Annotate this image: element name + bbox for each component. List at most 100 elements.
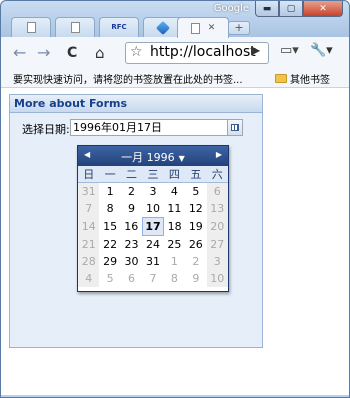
calendar-day[interactable]: 8 (164, 270, 185, 287)
address-bar[interactable]: ☆ http://localhost (125, 42, 269, 64)
calendar-day[interactable]: 8 (99, 200, 120, 218)
calendar-day[interactable]: 19 (185, 218, 206, 236)
window-controls: ▬ ▢ ✕ (255, 1, 343, 17)
calendar-day[interactable]: 9 (185, 270, 206, 287)
month-year-label: 一月 1996 (121, 151, 175, 164)
tab-close-icon[interactable]: ✕ (208, 23, 216, 33)
calendar-day[interactable]: 11 (164, 200, 185, 218)
weekday-header: 四 (163, 166, 186, 183)
calendar-day[interactable]: 13 (206, 200, 228, 218)
calendar-day[interactable]: 4 (164, 183, 185, 201)
calendar-week-row: 7 8 9 10 11 12 13 (78, 200, 228, 218)
back-button[interactable]: ← (13, 43, 26, 63)
calendar-day[interactable]: 5 (185, 183, 206, 201)
maximize-button[interactable]: ▢ (279, 1, 303, 17)
minimize-button[interactable]: ▬ (255, 1, 279, 17)
calendar-day[interactable]: 27 (206, 235, 228, 253)
tab-3[interactable]: RFC (99, 17, 139, 37)
go-button[interactable]: ▶ (251, 43, 260, 57)
calendar-day[interactable]: 18 (164, 218, 185, 236)
calendar-day-selected[interactable]: 17 (141, 217, 165, 236)
folder-icon (275, 74, 287, 83)
browser-window: Google ▬ ▢ ✕ RFC ✕ + ← → C ⌂ ☆ http://lo… (0, 0, 350, 398)
wrench-menu-icon[interactable]: 🔧▾ (310, 43, 333, 58)
calendar-day[interactable]: 2 (185, 253, 206, 270)
calendar-day[interactable]: 25 (164, 236, 185, 254)
rfc-html-icon: RFC (111, 23, 127, 31)
calendar-day[interactable]: 1 (99, 183, 120, 201)
month-year-button[interactable]: 一月 1996 ▼ (78, 149, 228, 165)
calendar-day[interactable]: 7 (142, 270, 163, 287)
calendar-icon (231, 124, 239, 131)
calendar-day[interactable]: 7 (78, 200, 100, 218)
calendar-day[interactable]: 12 (185, 200, 206, 218)
calendar-day[interactable]: 22 (99, 236, 120, 254)
calendar-day[interactable]: 6 (121, 270, 142, 287)
other-bookmarks-folder[interactable]: 其他书签 (275, 71, 330, 86)
calendar-week-row: 31 1 2 3 4 5 6 (78, 182, 228, 201)
date-trigger-button[interactable] (228, 119, 243, 136)
next-month-icon[interactable]: ▶ (216, 150, 222, 159)
weekday-header: 二 (120, 166, 143, 183)
calendar-day[interactable]: 28 (78, 253, 100, 270)
calendar-day[interactable]: 5 (99, 270, 120, 287)
date-picker: ◀ 一月 1996 ▼ ▶ 日一二三四五六 31 1 2 3 4 5 6 7 8 9 10 11 12 13… (77, 145, 229, 292)
calendar-day[interactable]: 14 (78, 217, 100, 236)
calendar-day[interactable]: 29 (99, 253, 120, 270)
calendar-day[interactable]: 26 (185, 236, 206, 254)
tab-active[interactable]: ✕ (177, 17, 229, 38)
page-content: More about Forms 选择日期: 1996年01月17日 ◀ 一月 … (1, 88, 349, 397)
calendar-day[interactable]: 1 (164, 253, 185, 270)
window-bottom-border (1, 395, 349, 397)
blue-gem-icon (155, 20, 171, 35)
calendar-day[interactable]: 4 (78, 270, 100, 287)
bookmark-star-icon[interactable]: ☆ (130, 44, 143, 60)
calendar-day[interactable]: 23 (121, 236, 142, 254)
tab-2[interactable] (55, 17, 95, 37)
calendar-body: 31 1 2 3 4 5 6 7 8 9 10 11 12 13 14 15 16 17 18 19 20 21 22 23 2… (78, 182, 228, 287)
other-bookmarks-label: 其他书签 (290, 75, 330, 86)
calendar-week-row: 21 22 23 24 25 26 27 (78, 235, 228, 254)
url-text[interactable]: http://localhost (150, 44, 256, 60)
close-button[interactable]: ✕ (303, 1, 343, 17)
calendar-day[interactable]: 31 (78, 182, 100, 200)
calendar-day[interactable]: 2 (121, 183, 142, 201)
bookmarks-bar: 要实现快速访问，请将您的书签放置在此处的书签... 其他书签 (1, 67, 349, 88)
page-menu-icon[interactable]: ▭▾ (280, 43, 299, 58)
date-field[interactable]: 1996年01月17日 (70, 119, 228, 136)
browser-toolbar: ← → C ⌂ ☆ http://localhost ▶ ▭▾ 🔧▾ (1, 37, 349, 67)
calendar-day[interactable]: 24 (142, 236, 163, 254)
page-icon (70, 22, 80, 33)
calendar-day[interactable]: 3 (142, 183, 163, 201)
forward-button[interactable]: → (37, 43, 50, 63)
calendar-week-row: 14 15 16 17 18 19 20 (78, 217, 228, 236)
panel-title: More about Forms (10, 95, 262, 113)
calendar-day[interactable]: 3 (206, 253, 228, 270)
calendar-day[interactable]: 16 (121, 218, 142, 236)
page-icon (26, 22, 36, 33)
calendar-day[interactable]: 6 (206, 182, 228, 200)
calendar-week-row: 28 29 30 31 1 2 3 (78, 253, 228, 270)
forms-panel: More about Forms 选择日期: 1996年01月17日 ◀ 一月 … (9, 94, 263, 348)
weekday-header: 一 (99, 166, 121, 183)
calendar-day[interactable]: 21 (78, 235, 100, 253)
title-bar: Google ▬ ▢ ✕ RFC ✕ + (1, 1, 349, 38)
new-tab-button[interactable]: + (228, 21, 250, 35)
window-title: Google (213, 3, 249, 14)
calendar-day[interactable]: 9 (121, 200, 142, 218)
calendar-day[interactable]: 30 (121, 253, 142, 270)
calendar-day[interactable]: 10 (142, 200, 163, 218)
tab-1[interactable] (11, 17, 51, 37)
calendar-week-row: 4 5 6 7 8 9 10 (78, 270, 228, 287)
home-button[interactable]: ⌂ (95, 43, 105, 63)
calendar-day[interactable]: 15 (99, 218, 120, 236)
weekday-header: 三 (142, 166, 164, 183)
calendar-day[interactable]: 31 (142, 253, 163, 270)
calendar-day[interactable]: 20 (206, 217, 228, 236)
calendar-day[interactable]: 10 (206, 270, 228, 287)
weekday-header: 六 (206, 166, 228, 183)
date-picker-header: ◀ 一月 1996 ▼ ▶ (78, 146, 228, 166)
weekday-header: 日 (78, 166, 100, 183)
weekday-header: 五 (185, 166, 207, 183)
reload-button[interactable]: C (67, 43, 77, 63)
